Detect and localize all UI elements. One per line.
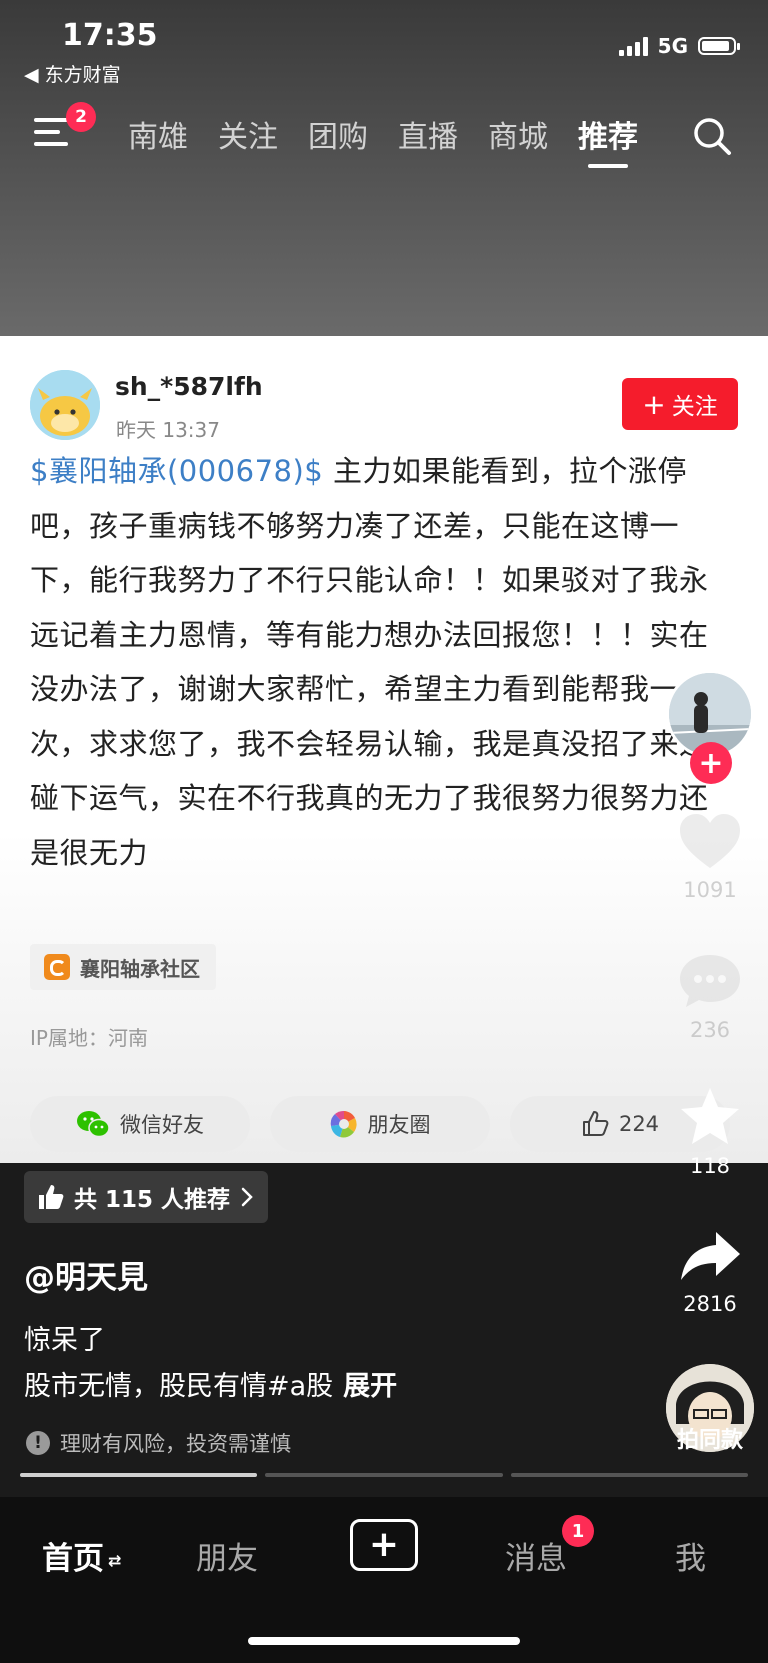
battery-level — [702, 41, 729, 51]
heart-icon — [680, 814, 740, 868]
comment-count: 236 — [689, 1018, 731, 1042]
share-arrow-icon — [681, 1232, 740, 1280]
share-action[interactable]: 2816 — [660, 1230, 760, 1316]
thumbs-up-icon — [582, 1111, 609, 1136]
share-wechat-button[interactable]: 微信好友 — [30, 1096, 250, 1152]
recommend-pill[interactable]: 共 115 人推荐 — [24, 1171, 269, 1223]
ip-location: IP属地：河南 — [30, 1026, 148, 1050]
image-progress-bar — [20, 1473, 748, 1477]
favorite-count: 118 — [689, 1154, 731, 1178]
post-text: 主力如果能看到，拉个涨停吧，孩子重病钱不够努力凑了还差，只能在这博一下，能行我努… — [30, 454, 709, 870]
status-indicators: 5G — [618, 34, 740, 58]
cow-avatar-icon — [30, 370, 100, 440]
follow-button[interactable]: + 关注 — [622, 378, 738, 430]
progress-segment — [265, 1473, 503, 1477]
menu-badge: 2 — [66, 102, 96, 132]
video-author[interactable]: @明天見 — [24, 1252, 148, 1297]
stock-tag-link[interactable]: $襄阳轴承(000678)$ — [30, 454, 323, 488]
signal-icon — [618, 36, 648, 56]
post-card: sh_*587lfh 昨天 13:37 + 关注 $襄阳轴承(000678)$ … — [0, 336, 768, 1163]
moments-icon — [330, 1110, 357, 1138]
tab-mall[interactable]: 商城 — [488, 112, 548, 168]
share-row: 微信好友 朋友圈 224 — [30, 1096, 730, 1152]
network-type: 5G — [657, 34, 688, 58]
top-tabs: 南雄 关注 团购 直播 商城 推荐 — [128, 112, 638, 168]
menu-icon[interactable] — [34, 118, 68, 148]
follow-creator-plus-icon[interactable]: + — [690, 742, 732, 784]
messages-badge: 1 — [562, 1515, 594, 1547]
share-moments-button[interactable]: 朋友圈 — [270, 1096, 490, 1152]
nav-me[interactable]: 我 — [675, 1533, 706, 1578]
create-plus-button[interactable]: + — [350, 1519, 418, 1571]
post-like-count: 224 — [618, 1112, 660, 1136]
nav-messages[interactable]: 消息 — [505, 1533, 567, 1578]
chevron-right-icon — [241, 1187, 253, 1207]
caption-line-1: 惊呆了 — [24, 1325, 105, 1356]
like-count: 1091 — [683, 878, 737, 902]
tab-recommend[interactable]: 推荐 — [578, 112, 638, 168]
tab-group-buy[interactable]: 团购 — [308, 112, 368, 168]
search-icon[interactable] — [692, 116, 732, 156]
home-indicator — [248, 1637, 520, 1645]
status-time: 17:35 — [62, 18, 158, 53]
comment-icon — [680, 955, 740, 1007]
follow-label: 关注 — [671, 394, 718, 420]
recommend-label: 共 115 人推荐 — [74, 1187, 231, 1213]
plus-icon: + — [642, 387, 666, 421]
progress-segment — [510, 1473, 748, 1477]
user-avatar[interactable] — [30, 370, 100, 440]
battery-icon — [698, 37, 740, 55]
caption-line-2: 股市无情，股民有情#a股 展开 — [24, 1364, 397, 1403]
warning-icon: ! — [26, 1431, 50, 1455]
share-count: 2816 — [683, 1292, 737, 1316]
moments-label: 朋友圈 — [367, 1113, 431, 1137]
switch-arrows-icon: ⇄ — [108, 1551, 122, 1570]
nav-home-label: 首页 — [42, 1541, 104, 1577]
risk-notice-text: 理财有风险，投资需谨慎 — [60, 1432, 291, 1456]
back-to-app-link[interactable]: ◀ 东方财富 — [24, 60, 121, 87]
progress-segment — [20, 1473, 258, 1477]
nav-home[interactable]: 首页 ⇄ — [42, 1533, 121, 1578]
post-username[interactable]: sh_*587lfh — [115, 372, 263, 401]
community-label: 襄阳轴承社区 — [80, 956, 200, 981]
wechat-label: 微信好友 — [120, 1113, 204, 1137]
community-logo-icon — [44, 954, 70, 980]
same-style-label: 拍同款 — [676, 1428, 743, 1453]
tab-following[interactable]: 关注 — [218, 112, 278, 168]
post-body: $襄阳轴承(000678)$ 主力如果能看到，拉个涨停吧，孩子重病钱不够努力凑了… — [30, 444, 730, 880]
wechat-icon — [77, 1111, 110, 1138]
tab-live[interactable]: 直播 — [398, 112, 458, 168]
caption-text: 股市无情，股民有情#a股 — [24, 1371, 334, 1402]
star-icon — [681, 1088, 739, 1144]
favorite-action[interactable]: 118 — [660, 1086, 760, 1178]
post-time: 昨天 13:37 — [116, 418, 220, 442]
comment-action[interactable]: 236 — [660, 952, 760, 1042]
tab-nanxiong[interactable]: 南雄 — [128, 112, 188, 168]
risk-notice: ! 理财有风险，投资需谨慎 — [26, 1428, 291, 1458]
expand-caption-button[interactable]: 展开 — [343, 1371, 397, 1402]
community-tag[interactable]: 襄阳轴承社区 — [30, 944, 216, 990]
bottom-nav: 首页 ⇄ 朋友 + 消息 1 我 — [0, 1497, 768, 1663]
nav-friends[interactable]: 朋友 — [196, 1533, 258, 1578]
like-action[interactable]: 1091 — [660, 812, 760, 902]
thumbs-up-icon — [39, 1185, 64, 1209]
